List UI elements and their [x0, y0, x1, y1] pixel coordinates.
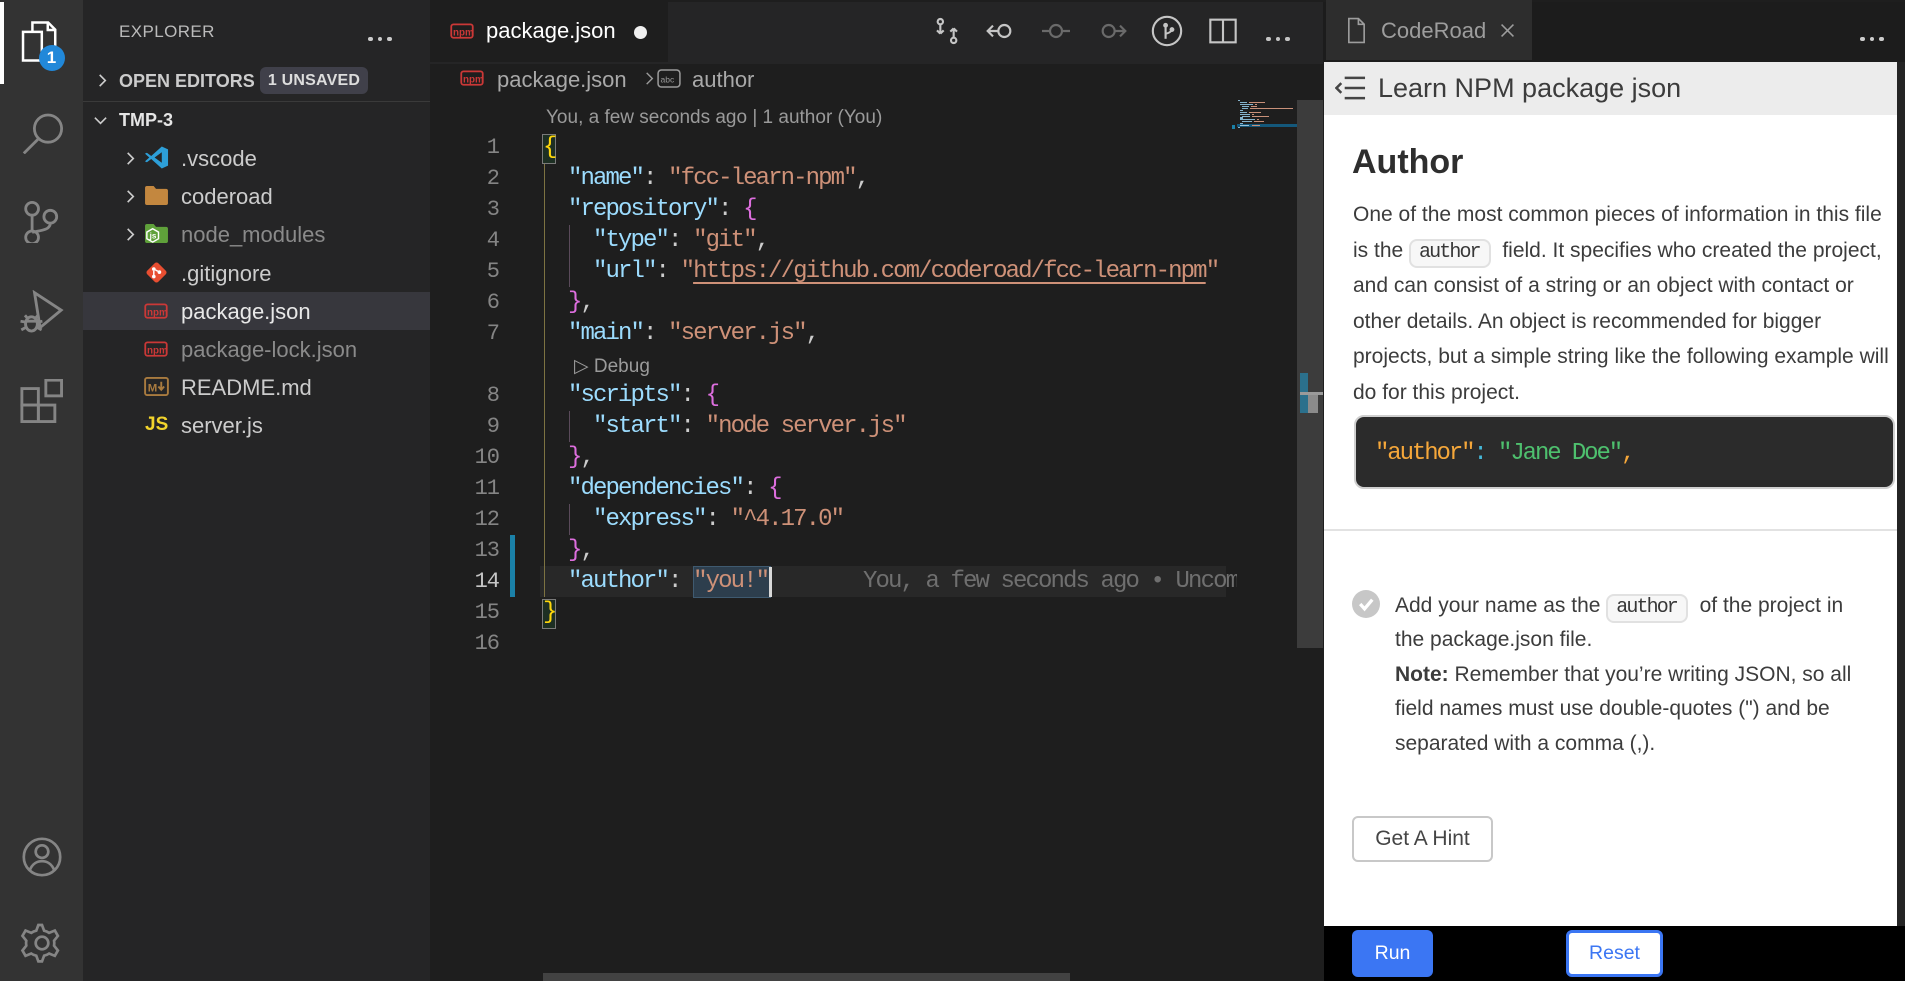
svg-text:npm: npm: [463, 74, 484, 85]
svg-text:abc: abc: [660, 74, 675, 84]
svg-text:npm: npm: [147, 345, 168, 356]
svg-text:js: js: [149, 232, 157, 241]
svg-text:npm: npm: [453, 27, 474, 38]
svg-text:npm: npm: [147, 307, 168, 318]
svg-text:M: M: [148, 382, 158, 394]
